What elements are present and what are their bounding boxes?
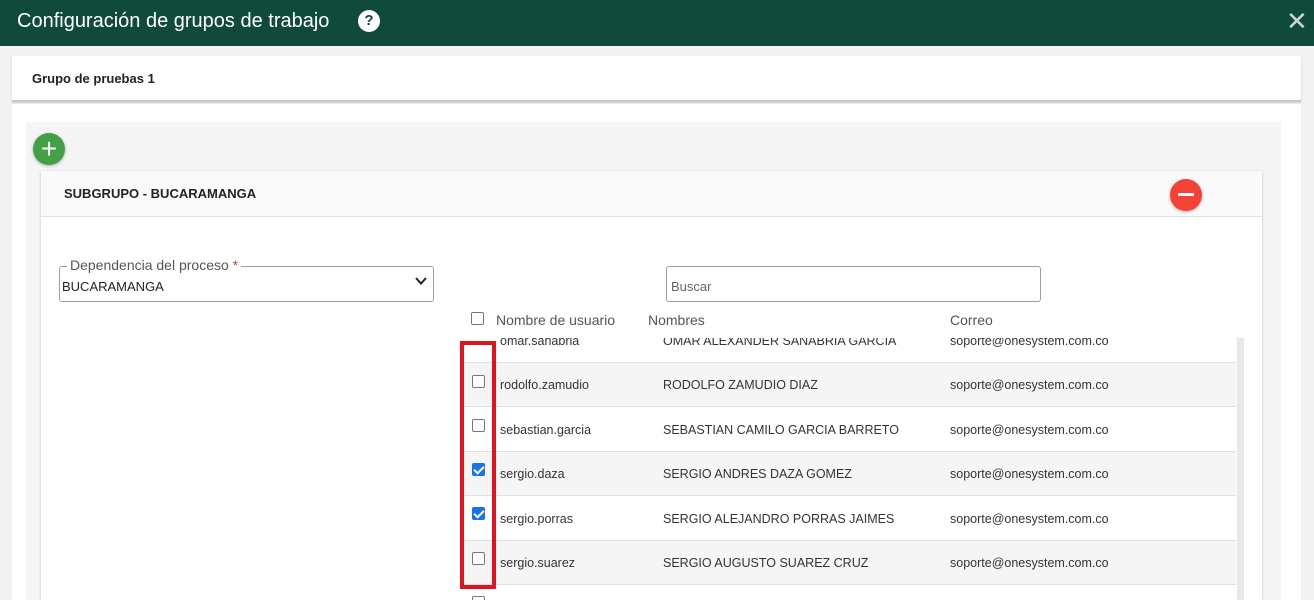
select-all-checkbox[interactable]: [471, 312, 484, 325]
cell-names: RODOLFO ZAMUDIO DIAZ: [663, 378, 818, 392]
window-title: Configuración de grupos de trabajo: [17, 10, 330, 32]
cell-username: sebastian.garcia: [500, 423, 592, 437]
table-row[interactable]: sebastian.garcia SEBASTIAN CAMILO GARCIA…: [460, 408, 1236, 452]
close-icon[interactable]: ✕: [1286, 7, 1308, 35]
column-header-username[interactable]: Nombre de usuario: [496, 312, 615, 328]
cell-email: soporte@onesystem.com.co: [950, 378, 1109, 392]
search-placeholder: Buscar: [671, 279, 712, 294]
column-header-names[interactable]: Nombres: [648, 312, 705, 328]
cell-username: rodolfo.zamudio: [500, 378, 589, 392]
cell-names: SERGIO ALEJANDRO PORRAS JAIMES: [663, 512, 895, 526]
cell-username: sergio.suarez: [500, 556, 576, 570]
chevron-down-icon[interactable]: [415, 275, 427, 287]
table-row[interactable]: [460, 586, 1236, 600]
group-title: Grupo de pruebas 1: [32, 71, 155, 86]
table-row[interactable]: sergio.suarez SERGIO AUGUSTO SUAREZ CRUZ…: [460, 541, 1236, 585]
required-mark: *: [232, 257, 239, 273]
cell-email: soporte@onesystem.com.co: [950, 556, 1109, 570]
table-scrollbar[interactable]: [1237, 338, 1244, 600]
cell-email: soporte@onesystem.com.co: [950, 338, 1109, 348]
table-row[interactable]: omar.sanabria OMAR ALEXANDER SANABRIA GA…: [460, 338, 1236, 363]
cell-username: sergio.porras: [500, 512, 573, 526]
cell-names: SERGIO AUGUSTO SUAREZ CRUZ: [663, 556, 869, 570]
title-bar: Configuración de grupos de trabajo ? ✕: [0, 0, 1314, 46]
checkbox-highlight-box: [460, 341, 496, 589]
subgroup-title: SUBGRUPO - BUCARAMANGA: [64, 186, 257, 201]
group-card: Grupo de pruebas 1: [12, 56, 1301, 102]
minus-icon: [1178, 193, 1194, 196]
dependency-label: Dependencia del proceso *: [67, 257, 242, 273]
remove-subgroup-button[interactable]: [1170, 179, 1202, 211]
cell-names: OMAR ALEXANDER SANABRIA GARCIA: [663, 338, 897, 348]
column-header-email[interactable]: Correo: [950, 312, 993, 328]
cell-email: soporte@onesystem.com.co: [950, 467, 1109, 481]
table-row[interactable]: rodolfo.zamudio RODOLFO ZAMUDIO DIAZ sop…: [460, 363, 1236, 407]
cell-username: sergio.daza: [500, 467, 565, 481]
table-body[interactable]: omar.sanabria OMAR ALEXANDER SANABRIA GA…: [460, 338, 1244, 600]
table-row[interactable]: sergio.daza SERGIO ANDRES DAZA GOMEZ sop…: [460, 452, 1236, 496]
table-row[interactable]: sergio.porras SERGIO ALEJANDRO PORRAS JA…: [460, 497, 1236, 541]
dependency-value: BUCARAMANGA: [62, 279, 164, 294]
cell-names: SEBASTIAN CAMILO GARCIA BARRETO: [663, 423, 899, 437]
cell-names: SERGIO ANDRES DAZA GOMEZ: [663, 467, 852, 481]
search-input[interactable]: [666, 266, 1041, 302]
cell-username: omar.sanabria: [500, 338, 580, 348]
help-icon[interactable]: ?: [358, 10, 380, 32]
subgroup-header: SUBGRUPO - BUCARAMANGA: [41, 171, 1262, 217]
cell-email: soporte@onesystem.com.co: [950, 423, 1109, 437]
add-subgroup-button[interactable]: +: [33, 133, 65, 165]
row-checkbox[interactable]: [472, 596, 485, 600]
cell-email: soporte@onesystem.com.co: [950, 512, 1109, 526]
